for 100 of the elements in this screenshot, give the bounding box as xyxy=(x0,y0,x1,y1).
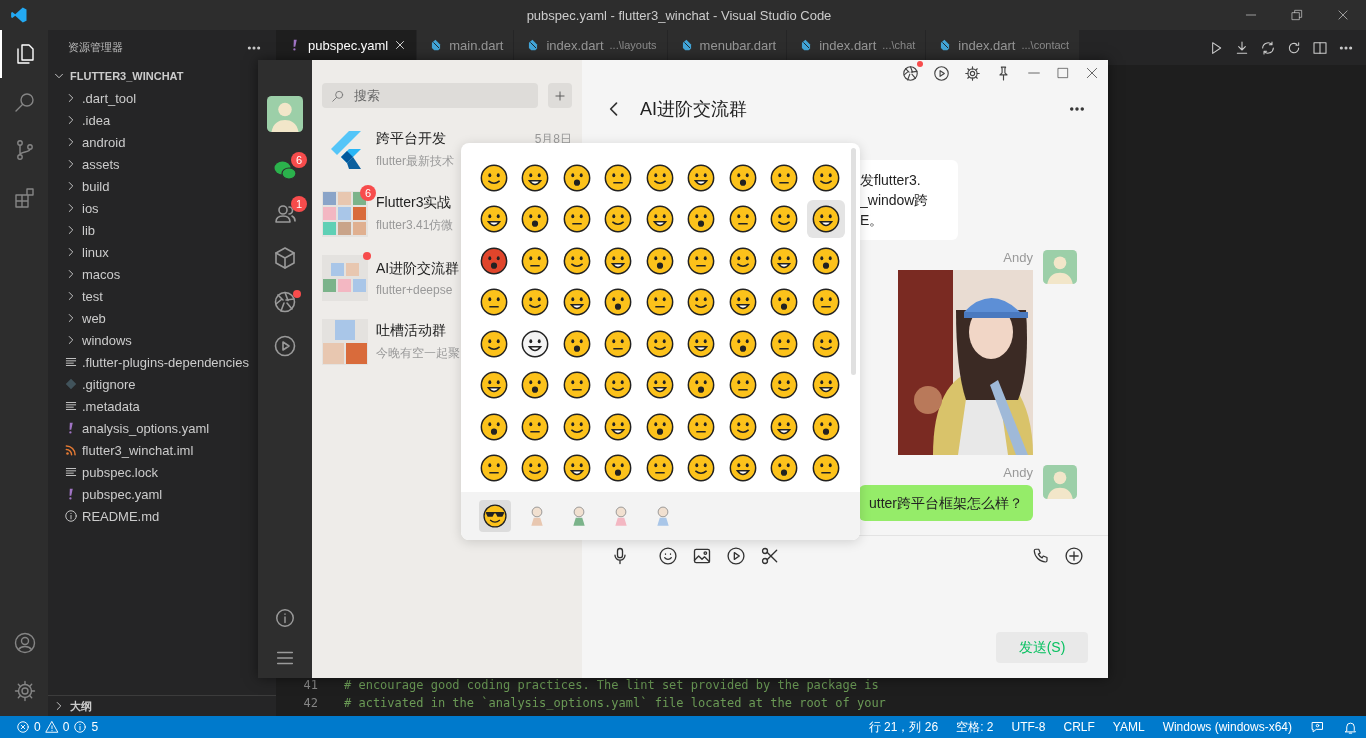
play-icon[interactable] xyxy=(273,334,297,358)
status-item[interactable]: YAML xyxy=(1112,720,1145,734)
cube-icon[interactable] xyxy=(273,246,297,270)
panel-title: 资源管理器 xyxy=(68,40,123,55)
tree-item[interactable]: .idea xyxy=(48,109,115,131)
editor-tab[interactable]: index.dart ...\chat xyxy=(787,30,927,60)
tree-item[interactable]: pubspec.yaml xyxy=(48,483,167,505)
phone-icon[interactable] xyxy=(1032,547,1050,565)
unread-badge: 6 xyxy=(291,152,307,168)
info-icon[interactable] xyxy=(274,607,296,629)
tree-item[interactable]: linux xyxy=(48,241,113,263)
add-icon[interactable] xyxy=(1064,546,1084,566)
sender-name: Andy xyxy=(1003,465,1033,481)
problems-button[interactable]: 0 0 5 xyxy=(8,720,99,734)
download-icon[interactable] xyxy=(1234,39,1250,56)
editor-tab[interactable]: menubar.dart xyxy=(667,30,788,60)
message-bubble: utter跨平台框架怎么样？ xyxy=(859,485,1033,521)
tree-item[interactable]: pubspec.lock xyxy=(48,461,162,483)
window-title: pubspec.yaml - flutter3_winchat - Visual Studio Code xyxy=(525,7,833,23)
aperture-icon[interactable] xyxy=(273,290,297,314)
tree-item[interactable]: .flutter-plugins-dependencies xyxy=(48,351,253,373)
status-item[interactable]: 空格: 2 xyxy=(956,718,994,736)
search-icon xyxy=(13,90,37,114)
editor-tab[interactable]: index.dart ...\contact xyxy=(926,30,1081,60)
settings-icon xyxy=(13,679,37,703)
lines-icon xyxy=(64,465,78,479)
tree-item[interactable]: test xyxy=(48,285,107,307)
search-field[interactable]: 搜索 xyxy=(322,83,538,108)
scissors-icon[interactable] xyxy=(760,546,780,566)
editor-tab[interactable]: index.dart ...\layouts xyxy=(514,30,668,60)
app-logo-icon xyxy=(10,6,28,24)
contacts-icon[interactable] xyxy=(273,202,297,226)
message-preview: 今晚有空一起聚 xyxy=(376,345,461,362)
status-item[interactable]: UTF-8 xyxy=(1011,720,1046,734)
close-icon xyxy=(1336,8,1350,22)
editor-tab[interactable]: pubspec.yaml xyxy=(276,30,418,60)
avatar-icon xyxy=(1043,250,1077,284)
avatar-icon xyxy=(267,96,303,132)
tree-item[interactable]: README.md xyxy=(48,505,164,527)
message-preview: flutter+deepse xyxy=(376,282,454,297)
conversation-name[interactable]: 跨平台开发 xyxy=(376,130,446,148)
close-icon[interactable] xyxy=(1084,65,1100,81)
tree-item[interactable]: android xyxy=(48,131,130,153)
bell-icon[interactable] xyxy=(1343,719,1358,735)
code-line: # activated in the `analysis_options.yaml` file located at the root of your xyxy=(344,696,886,710)
status-item[interactable]: CRLF xyxy=(1063,720,1095,734)
maximize-icon[interactable] xyxy=(1056,66,1070,80)
info-icon xyxy=(73,720,88,734)
tree-item[interactable]: ios xyxy=(48,197,103,219)
tree-item[interactable]: windows xyxy=(48,329,136,351)
close-icon[interactable] xyxy=(394,39,407,51)
sunglasses-emoji-icon[interactable] xyxy=(479,500,511,532)
refresh-icon[interactable] xyxy=(1286,39,1302,56)
conversation-name[interactable]: Flutter3实战 xyxy=(376,194,452,212)
play-icon[interactable] xyxy=(933,64,950,82)
sync-icon[interactable] xyxy=(1260,39,1276,56)
tree-item[interactable]: lib xyxy=(48,219,99,241)
line-number: 42 xyxy=(302,696,318,710)
warning-icon xyxy=(44,720,59,734)
message-preview: flutter3.41仿微 xyxy=(376,217,455,234)
account-icon xyxy=(13,631,37,655)
restore-icon xyxy=(1290,8,1304,22)
tree-item[interactable]: macos xyxy=(48,263,125,285)
aperture-icon[interactable] xyxy=(902,64,919,82)
message-preview: flutter最新技术 xyxy=(376,153,455,170)
split-icon[interactable] xyxy=(1312,39,1328,56)
settings-icon[interactable] xyxy=(964,64,981,82)
info-icon xyxy=(64,509,78,523)
lines-icon xyxy=(64,355,78,369)
emoji-icon[interactable] xyxy=(658,546,678,566)
tree-item[interactable]: .metadata xyxy=(48,395,144,417)
search-icon xyxy=(331,89,345,103)
plus-icon xyxy=(553,88,567,103)
status-item[interactable]: Windows (windows-x64) xyxy=(1162,720,1292,734)
status-item[interactable]: 行 21，列 26 xyxy=(868,718,939,736)
tree-item[interactable]: build xyxy=(48,175,114,197)
play-icon[interactable] xyxy=(726,546,746,566)
tree-item[interactable]: assets xyxy=(48,153,124,175)
tree-item[interactable]: analysis_options.yaml xyxy=(48,417,214,439)
image-icon[interactable] xyxy=(692,546,712,566)
tree-item[interactable]: .dart_tool xyxy=(48,87,141,109)
tree-item[interactable]: web xyxy=(48,307,110,329)
scrollbar-thumb[interactable] xyxy=(851,148,856,375)
unread-badge: 6 xyxy=(360,185,376,201)
feedback-icon[interactable] xyxy=(1310,719,1325,735)
sender-name: Andy xyxy=(1003,250,1033,266)
lines-icon xyxy=(64,399,78,413)
rss-icon xyxy=(64,443,78,457)
conversation-name[interactable]: 吐槽活动群 xyxy=(376,322,446,340)
tree-item[interactable]: FLUTTER3_WINCHAT xyxy=(48,65,188,87)
tree-item[interactable]: flutter3_winchat.iml xyxy=(48,439,198,461)
chat-title: AI进阶交流群 xyxy=(640,98,748,121)
editor-tab[interactable]: main.dart xyxy=(417,30,515,60)
conversation-name[interactable]: AI进阶交流群 xyxy=(376,259,460,278)
unread-badge: 1 xyxy=(291,196,307,212)
code-line: # encourage good coding practices. The lint set provided by the package is xyxy=(344,678,879,692)
avatar-icon xyxy=(1043,465,1077,499)
diamond-icon xyxy=(64,377,78,391)
emoji-icon[interactable] xyxy=(806,200,845,239)
tree-item[interactable]: .gitignore xyxy=(48,373,140,395)
